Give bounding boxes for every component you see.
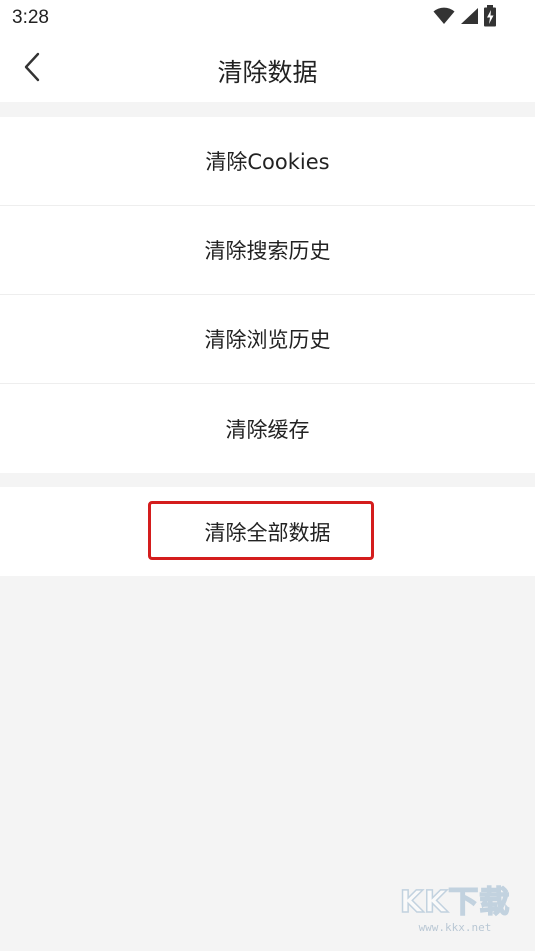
page-title: 清除数据 xyxy=(217,58,318,87)
clear-options-list: 清除Cookies 清除搜索历史 清除浏览历史 清除缓存 xyxy=(0,117,535,473)
clear-cache-button[interactable]: 清除缓存 xyxy=(0,384,535,473)
wifi-icon xyxy=(433,7,455,29)
clear-all-data-label: 清除全部数据 xyxy=(204,520,331,545)
clear-cookies-button[interactable]: 清除Cookies xyxy=(0,117,535,206)
watermark: KK下载 www.kkx.net xyxy=(395,884,515,939)
clear-browsing-history-button[interactable]: 清除浏览历史 xyxy=(0,295,535,384)
clear-all-group: 清除全部数据 xyxy=(0,487,535,576)
watermark-logo: KK下载 xyxy=(399,884,511,921)
clear-cookies-label: 清除Cookies xyxy=(205,150,330,174)
clear-cache-label: 清除缓存 xyxy=(225,417,310,442)
status-bar: 3:28 xyxy=(0,0,535,38)
clear-search-history-label: 清除搜索历史 xyxy=(204,239,331,263)
clear-all-data-button[interactable]: 清除全部数据 xyxy=(0,487,535,576)
signal-icon xyxy=(459,7,479,29)
status-time: 3:28 xyxy=(12,7,49,28)
clear-search-history-button[interactable]: 清除搜索历史 xyxy=(0,206,535,295)
status-icons xyxy=(433,5,497,31)
battery-charging-icon xyxy=(483,5,497,31)
watermark-url: www.kkx.net xyxy=(418,921,492,934)
clear-browsing-history-label: 清除浏览历史 xyxy=(204,328,331,352)
nav-bar: 清除数据 xyxy=(0,38,535,102)
